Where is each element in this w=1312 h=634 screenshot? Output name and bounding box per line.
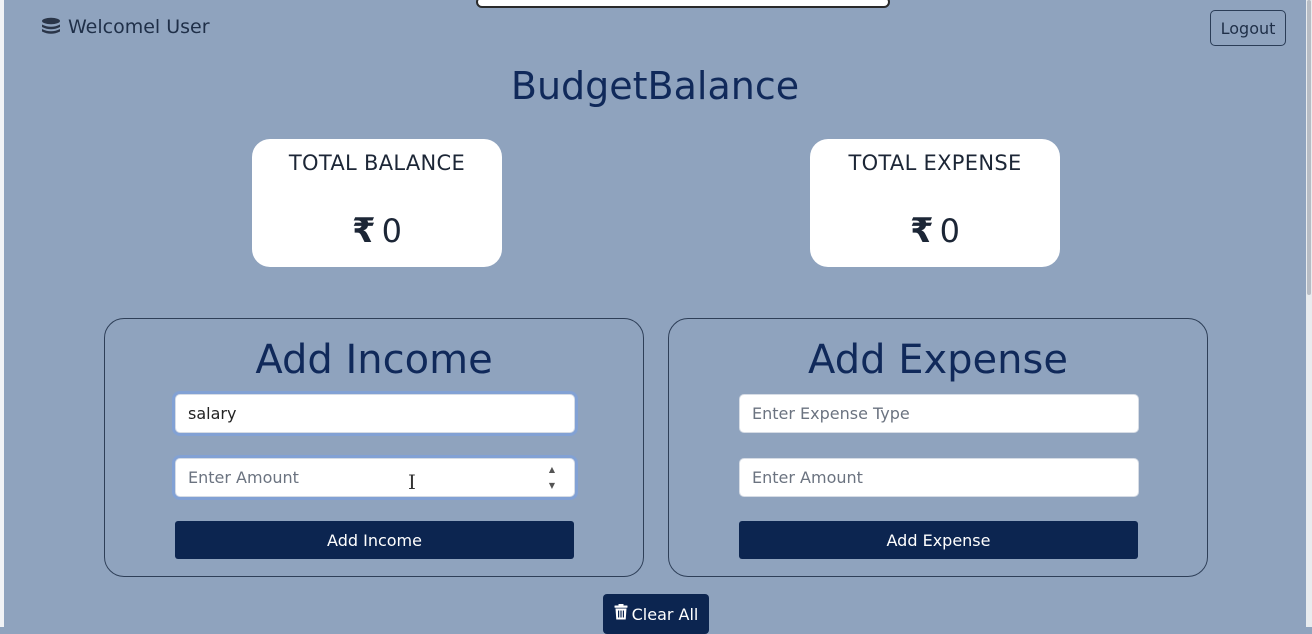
- income-type-input[interactable]: [175, 394, 575, 433]
- total-balance-card: TOTAL BALANCE ₹ 0: [252, 139, 502, 267]
- add-expense-title: Add Expense: [808, 337, 1068, 383]
- clear-all-button[interactable]: Clear All: [603, 594, 709, 634]
- number-stepper-icon[interactable]: ▲ ▼: [547, 465, 557, 491]
- total-expense-label: TOTAL EXPENSE: [848, 151, 1022, 175]
- logout-button[interactable]: Logout: [1210, 10, 1286, 46]
- top-overlay-bar: [476, 0, 890, 8]
- trash-icon: [614, 604, 628, 624]
- expense-amount-input[interactable]: [739, 458, 1139, 497]
- total-balance-label: TOTAL BALANCE: [288, 151, 466, 175]
- page: Welcomel User Logout BudgetBalance TOTAL…: [4, 0, 1306, 634]
- income-amount-input[interactable]: [175, 458, 575, 497]
- coins-icon: [40, 16, 62, 38]
- add-income-button[interactable]: Add Income: [175, 521, 574, 559]
- add-income-panel: Add Income ▲▼ I Add Income: [104, 318, 644, 577]
- vertical-scrollbar[interactable]: [1306, 0, 1312, 627]
- page-title: BudgetBalance: [510, 64, 800, 108]
- total-expense-value: ₹ 0: [810, 211, 1060, 251]
- rupee-icon: ₹: [909, 211, 934, 251]
- welcome-text: Welcomel User: [68, 16, 210, 38]
- add-expense-panel: Add Expense Add Expense: [668, 318, 1208, 577]
- total-expense-card: TOTAL EXPENSE ₹ 0: [810, 139, 1060, 267]
- total-balance-value: ₹ 0: [252, 211, 502, 251]
- add-expense-button[interactable]: Add Expense: [739, 521, 1138, 559]
- scrollbar-thumb[interactable]: [1307, 0, 1311, 295]
- total-expense-amount: 0: [939, 212, 961, 250]
- rupee-icon: ₹: [351, 211, 376, 251]
- add-income-title: Add Income: [255, 337, 493, 383]
- expense-type-input[interactable]: [739, 394, 1139, 433]
- text-cursor-icon: I: [408, 470, 416, 494]
- total-balance-amount: 0: [381, 212, 403, 250]
- clear-all-label: Clear All: [631, 604, 699, 624]
- brand: Welcomel User: [40, 16, 210, 38]
